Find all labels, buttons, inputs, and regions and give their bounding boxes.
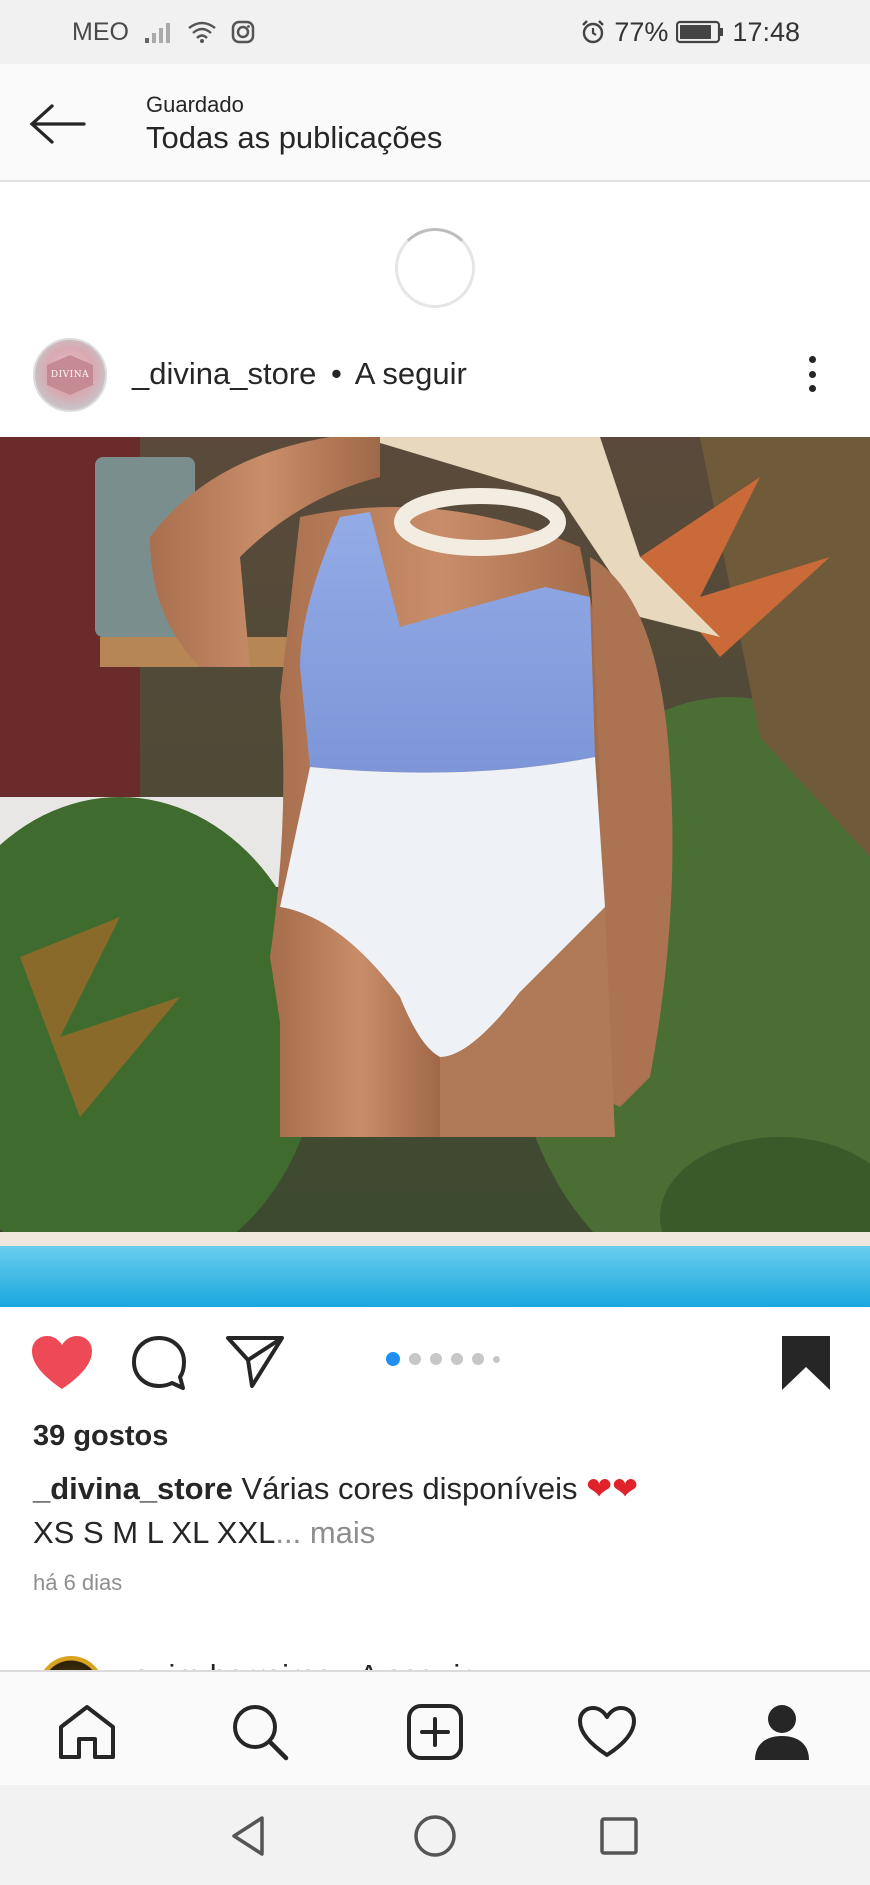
more-dot	[808, 370, 816, 378]
profile-icon	[755, 1705, 809, 1760]
caption-more-link[interactable]: ... mais	[275, 1515, 375, 1550]
system-recents-button[interactable]	[594, 1811, 644, 1861]
instagram-icon	[231, 20, 255, 44]
wifi-icon	[187, 20, 217, 44]
nav-activity[interactable]	[575, 1700, 639, 1764]
battery-icon	[676, 20, 724, 44]
post-author: _divina_store • A seguir	[132, 356, 467, 392]
post-timestamp: há 6 dias	[33, 1570, 123, 1595]
add-post-icon	[407, 1704, 463, 1760]
carousel-dot	[386, 1352, 400, 1366]
alarm-icon	[580, 19, 606, 45]
save-button[interactable]	[780, 1334, 832, 1392]
system-home-button[interactable]	[410, 1811, 460, 1861]
arrow-left-icon	[29, 104, 86, 144]
swimsuit-photo	[0, 437, 870, 1307]
comment-icon	[132, 1336, 186, 1390]
like-button[interactable]	[30, 1334, 94, 1392]
post-photo[interactable]	[0, 437, 870, 1307]
comment-button[interactable]	[130, 1334, 188, 1392]
page-title: Todas as publicações	[146, 120, 443, 155]
caption-sizes: XS S M L XL XXL	[33, 1515, 276, 1550]
carousel-dot	[409, 1353, 421, 1365]
header-subtitle: Guardado	[146, 92, 244, 117]
more-options-button[interactable]	[796, 352, 828, 396]
search-icon	[233, 1705, 289, 1761]
bottom-nav	[0, 1670, 870, 1785]
nav-new-post[interactable]	[403, 1700, 467, 1764]
avatar[interactable]: DIVINA	[33, 338, 107, 412]
recents-square-icon	[600, 1817, 638, 1855]
home-icon	[59, 1705, 115, 1759]
send-icon	[226, 1336, 284, 1388]
nav-search[interactable]	[228, 1700, 292, 1764]
back-button[interactable]	[24, 92, 88, 156]
activity-heart-icon	[578, 1706, 636, 1757]
caption-username[interactable]: _divina_store	[33, 1471, 233, 1506]
carrier-label: MEO	[72, 17, 129, 46]
status-bar: MEO 77% 17:48	[0, 0, 870, 64]
system-back-button[interactable]	[223, 1811, 273, 1861]
avatar-logo: DIVINA	[47, 355, 93, 395]
carousel-dot	[493, 1355, 500, 1363]
status-right: 77% 17:48	[580, 17, 800, 48]
caption-hearts: ❤❤	[586, 1471, 639, 1506]
post-caption: _divina_store Várias cores disponíveis ❤…	[33, 1467, 843, 1555]
share-button[interactable]	[224, 1334, 286, 1390]
loading-spinner	[395, 228, 475, 308]
home-circle-icon	[414, 1815, 456, 1857]
caption-text: Várias cores disponíveis	[241, 1471, 578, 1506]
next-post-header: quim.barreiros • A seguir	[0, 1640, 870, 1672]
back-triangle-icon	[232, 1816, 264, 1856]
post-username[interactable]: _divina_store	[132, 356, 316, 391]
follow-status[interactable]: A seguir	[355, 356, 467, 391]
bookmark-filled-icon	[782, 1336, 830, 1390]
battery-percent: 77%	[614, 16, 669, 47]
android-navigation-bar	[0, 1785, 870, 1885]
app-header: Guardado Todas as publicações	[0, 64, 870, 182]
carousel-indicator	[386, 1352, 500, 1366]
instagram-saved-post-screen: MEO 77% 17:48 Guardado Todas as publicaç…	[0, 0, 870, 1885]
avatar-text: DIVINA	[50, 370, 90, 380]
carousel-dot	[472, 1353, 484, 1365]
signal-icon	[143, 20, 173, 44]
more-dot	[808, 385, 816, 392]
more-dot	[808, 356, 816, 363]
heart-filled-icon	[32, 1336, 92, 1389]
carousel-dot	[451, 1353, 463, 1365]
clock: 17:48	[732, 16, 800, 47]
likes-count[interactable]: 39 gostos	[33, 1420, 168, 1453]
status-left: MEO	[72, 18, 255, 47]
carousel-dot	[430, 1353, 442, 1365]
separator-dot: •	[331, 356, 342, 391]
nav-profile[interactable]	[750, 1700, 814, 1764]
nav-home[interactable]	[55, 1700, 119, 1764]
